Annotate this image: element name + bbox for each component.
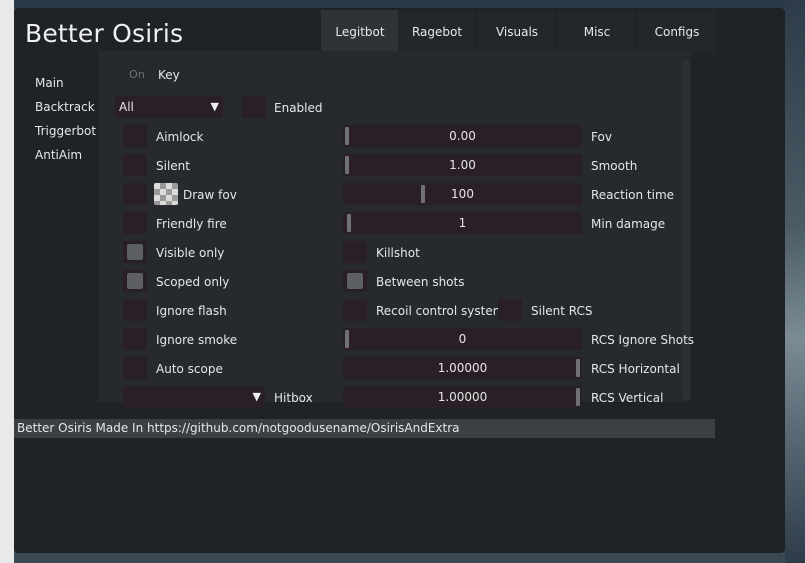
rcs-horizontal-slider[interactable]: 1.00000 (343, 357, 582, 379)
draw-fov-checkbox[interactable] (123, 183, 147, 205)
ignore-flash-checkbox[interactable] (123, 299, 147, 321)
hitbox-combo[interactable]: ▼ (123, 386, 265, 408)
rcs-checkbox[interactable] (343, 299, 367, 321)
silent-rcs-label: Silent RCS (531, 304, 593, 318)
rcs-label: Recoil control system (376, 304, 505, 318)
between-shots-label: Between shots (376, 275, 465, 289)
smooth-label: Smooth (591, 159, 638, 173)
ignore-flash-label: Ignore flash (156, 304, 227, 318)
min-damage-value: 1 (458, 216, 467, 230)
fov-slider[interactable]: 0.00 (343, 125, 582, 147)
rcs-vertical-slider[interactable]: 1.00000 (343, 386, 582, 408)
tab-configs[interactable]: Configs (638, 10, 716, 54)
sidebar-item-backtrack[interactable]: Backtrack (35, 100, 95, 114)
background-right (785, 0, 805, 563)
enabled-label: Enabled (274, 101, 323, 115)
rcs-ignore-shots-slider[interactable]: 0 (343, 328, 582, 350)
killshot-label: Killshot (376, 246, 420, 260)
ignore-smoke-label: Ignore smoke (156, 333, 238, 347)
reaction-time-label: Reaction time (591, 188, 675, 202)
rcs-vertical-label: RCS Vertical (591, 391, 664, 405)
draw-fov-label: Draw fov (183, 188, 237, 202)
min-damage-slider[interactable]: 1 (343, 212, 582, 234)
tab-visuals[interactable]: Visuals (478, 10, 556, 54)
chevron-down-icon: ▼ (210, 100, 219, 113)
reaction-time-slider[interactable]: 100 (343, 183, 582, 205)
visible-only-label: Visible only (156, 246, 225, 260)
smooth-value: 1.00 (449, 158, 476, 172)
rcs-ignore-shots-value: 0 (458, 332, 467, 346)
reaction-time-value: 100 (451, 187, 474, 201)
tab-legitbot[interactable]: Legitbot (321, 10, 399, 54)
friendly-fire-checkbox[interactable] (123, 212, 147, 234)
auto-scope-label: Auto scope (156, 362, 223, 376)
silent-checkbox[interactable] (123, 154, 147, 176)
silent-label: Silent (156, 159, 190, 173)
rcs-vertical-value: 1.00000 (437, 390, 488, 404)
key-bind-button[interactable]: On (123, 63, 151, 85)
smooth-slider[interactable]: 1.00 (343, 154, 582, 176)
tab-ragebot[interactable]: Ragebot (398, 10, 476, 54)
rcs-horizontal-label: RCS Horizontal (591, 362, 680, 376)
between-shots-checkbox[interactable] (343, 270, 367, 292)
auto-scope-checkbox[interactable] (123, 357, 147, 379)
window-title: Better Osiris (25, 19, 184, 48)
hitbox-label: Hitbox (274, 391, 313, 405)
sidebar-item-main[interactable]: Main (35, 76, 64, 90)
weapon-combo[interactable]: All ▼ (115, 96, 223, 118)
status-bar: Better Osiris Made In https://github.com… (14, 419, 715, 438)
fov-value: 0.00 (449, 129, 476, 143)
status-text: Better Osiris Made In https://github.com… (17, 421, 460, 435)
background-page (0, 0, 14, 563)
killshot-checkbox[interactable] (343, 241, 367, 263)
weapon-combo-value: All (119, 100, 134, 114)
draw-fov-color-swatch[interactable] (154, 183, 178, 205)
rcs-horizontal-value: 1.00000 (437, 361, 488, 375)
fov-label: Fov (591, 130, 612, 144)
panel-scroll-thumb[interactable] (682, 60, 690, 400)
background-top (14, 0, 805, 8)
silent-rcs-checkbox[interactable] (498, 299, 522, 321)
sidebar-item-antiaim[interactable]: AntiAim (35, 148, 82, 162)
chevron-down-icon: ▼ (252, 390, 261, 403)
enabled-checkbox[interactable] (242, 96, 266, 118)
visible-only-checkbox[interactable] (123, 241, 147, 263)
sidebar-item-triggerbot[interactable]: Triggerbot (35, 124, 96, 138)
aimlock-label: Aimlock (156, 130, 204, 144)
tab-misc[interactable]: Misc (558, 10, 636, 54)
min-damage-label: Min damage (591, 217, 666, 231)
ignore-smoke-checkbox[interactable] (123, 328, 147, 350)
aimlock-checkbox[interactable] (123, 125, 147, 147)
scoped-only-checkbox[interactable] (123, 270, 147, 292)
rcs-ignore-shots-label: RCS Ignore Shots (591, 333, 695, 347)
friendly-fire-label: Friendly fire (156, 217, 227, 231)
key-label: Key (158, 68, 180, 82)
scoped-only-label: Scoped only (156, 275, 230, 289)
